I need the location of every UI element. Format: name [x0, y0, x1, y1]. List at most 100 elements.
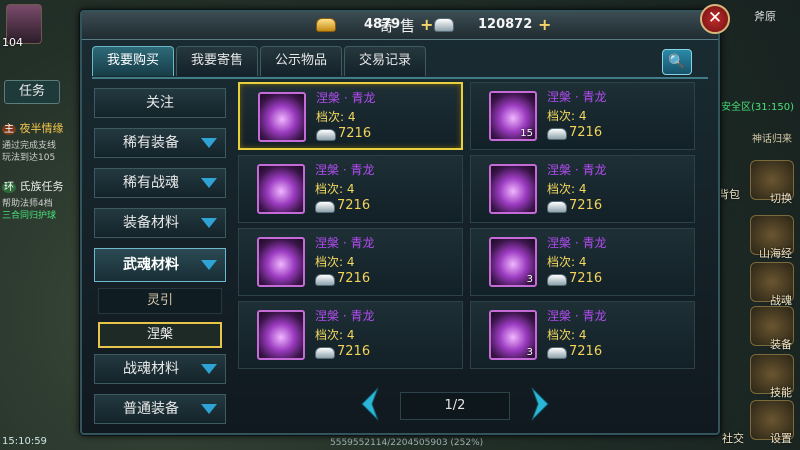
item-price: 7216	[569, 198, 603, 213]
item-grade: 档次: 4	[547, 182, 587, 196]
equipment-label: 装备	[770, 338, 792, 351]
add-gold-icon[interactable]: +	[420, 15, 433, 34]
niepan-orb-icon	[489, 164, 537, 214]
map-name: 斧原	[754, 10, 776, 23]
niepan-orb-icon: 3	[489, 310, 537, 360]
gold-amount: 4879	[364, 17, 401, 32]
category-follow-label: 关注	[146, 95, 174, 111]
item-card[interactable]: 3 涅槃 · 青龙 档次: 4 7216	[470, 228, 695, 296]
arrow-left-icon	[361, 387, 379, 421]
chevron-down-icon	[201, 364, 217, 374]
silver-ingot-icon	[547, 274, 567, 286]
tab-bar: 我要购买 我要寄售 公示物品 交易记录	[92, 46, 427, 78]
item-card[interactable]: 涅槃 · 青龙 档次: 4 7216	[238, 228, 463, 296]
item-name: 涅槃 · 青龙	[315, 163, 375, 177]
silver-ingot-icon	[315, 274, 335, 286]
panel-title-bar: 寄售 4879 + 120872 +	[82, 12, 718, 40]
tab-trade-log[interactable]: 交易记录	[344, 46, 427, 76]
next-page-button[interactable]	[528, 386, 552, 422]
item-price: 7216	[569, 125, 603, 140]
prev-page-button[interactable]	[358, 386, 382, 422]
consignment-panel: 寄售 4879 + 120872 + ✕ 我要购买 我要寄售 公示物品 交易记录…	[80, 4, 730, 435]
item-grade: 档次: 4	[547, 109, 587, 123]
item-grid: 涅槃 · 青龙 档次: 4 7216 15 涅槃 · 青龙 档次: 4 7216…	[238, 82, 698, 369]
arrow-right-icon	[531, 387, 549, 421]
player-level: 104	[2, 36, 23, 49]
exp-readout: 5559552114/2204505903 (252%)	[330, 438, 484, 448]
category-common-equip[interactable]: 普通装备	[94, 394, 226, 424]
item-card[interactable]: 涅槃 · 青龙 档次: 4 7216	[238, 301, 463, 369]
side-note: 神话归来	[752, 134, 792, 145]
add-silver-icon[interactable]: +	[538, 15, 551, 34]
subcategory-niepan[interactable]: 涅槃	[98, 322, 222, 348]
chevron-down-icon	[201, 218, 217, 228]
niepan-orb-icon	[258, 92, 306, 142]
clock: 15:10:59	[2, 436, 47, 447]
silver-ingot-icon	[547, 201, 567, 213]
item-name: 涅槃 · 青龙	[315, 236, 375, 250]
item-name: 涅槃 · 青龙	[547, 90, 607, 104]
tab-sell[interactable]: 我要寄售	[176, 46, 259, 76]
shanhaijing-label: 山海经	[759, 247, 792, 260]
item-price: 7216	[337, 271, 371, 286]
item-grade: 档次: 4	[316, 110, 356, 124]
item-count: 15	[520, 128, 533, 139]
item-grade: 档次: 4	[315, 255, 355, 269]
category-common-equip-label: 普通装备	[123, 401, 179, 417]
quest-1-name: 夜半情缘	[19, 122, 64, 135]
item-card[interactable]: 涅槃 · 青龙 档次: 4 7216	[238, 155, 463, 223]
silver-ingot-icon	[547, 128, 567, 140]
silver-ingot-icon	[434, 18, 454, 32]
silver-ingot-icon	[315, 201, 335, 213]
niepan-orb-icon	[257, 164, 305, 214]
quest-2-name: 氏族任务	[19, 180, 64, 193]
silver-ingot-icon	[547, 347, 567, 359]
category-soul-material-label: 武魂材料	[123, 257, 179, 273]
category-rare-soul-label: 稀有战魂	[123, 175, 179, 191]
category-soul-material[interactable]: 武魂材料	[94, 248, 226, 282]
chevron-down-icon	[201, 404, 217, 414]
chevron-down-icon	[201, 178, 217, 188]
item-price: 7216	[569, 344, 603, 359]
item-card[interactable]: 3 涅槃 · 青龙 档次: 4 7216	[470, 301, 695, 369]
silver-ingot-icon	[316, 129, 336, 141]
item-card[interactable]: 涅槃 · 青龙 档次: 4 7216	[470, 155, 695, 223]
social-label[interactable]: 社交	[722, 430, 744, 446]
item-price: 7216	[338, 126, 372, 141]
category-rare-soul[interactable]: 稀有战魂	[94, 168, 226, 198]
category-equip-material[interactable]: 装备材料	[94, 208, 226, 238]
item-name: 涅槃 · 青龙	[547, 236, 607, 250]
category-rare-equip[interactable]: 稀有装备	[94, 128, 226, 158]
close-button[interactable]: ✕	[700, 4, 730, 34]
item-price: 7216	[569, 271, 603, 286]
quest-1-tag: 主	[2, 124, 16, 135]
item-grade: 档次: 4	[315, 182, 355, 196]
quest-1-desc-2: 玩法到达105	[2, 153, 56, 163]
category-battle-soul-material[interactable]: 战魂材料	[94, 354, 226, 384]
switch-label: 切换	[770, 192, 792, 205]
niepan-orb-icon: 15	[489, 91, 537, 141]
item-card[interactable]: 15 涅槃 · 青龙 档次: 4 7216	[470, 82, 695, 150]
settings-label: 设置	[770, 432, 792, 445]
right-hud: 斧原 安全区(31:150) 神话归来 切换 背包 山海经 战魂 装备 技能 设…	[718, 0, 800, 450]
niepan-orb-icon	[257, 310, 305, 360]
tab-buy[interactable]: 我要购买	[92, 46, 175, 76]
item-card[interactable]: 涅槃 · 青龙 档次: 4 7216	[238, 82, 463, 150]
search-button[interactable]: 🔍	[662, 49, 692, 75]
item-price: 7216	[337, 198, 371, 213]
category-battle-soul-material-label: 战魂材料	[123, 361, 179, 377]
tab-underline	[92, 77, 708, 79]
task-tab[interactable]: 任务	[4, 80, 60, 104]
category-rare-equip-label: 稀有装备	[123, 135, 179, 151]
quest-1-title[interactable]: 主 夜半情缘	[2, 120, 64, 136]
quest-2-desc-2: 三合同归护球	[2, 211, 57, 221]
page-indicator: 1/2	[400, 392, 510, 420]
bag-label[interactable]: 背包	[718, 186, 740, 202]
gold-ingot-icon	[316, 18, 336, 32]
quest-2-title[interactable]: 环 氏族任务	[2, 178, 64, 194]
search-icon: 🔍	[668, 54, 686, 70]
item-grade: 档次: 4	[547, 255, 587, 269]
subcategory-lingyin[interactable]: 灵引	[98, 288, 222, 314]
tab-public-items[interactable]: 公示物品	[260, 46, 343, 76]
category-follow[interactable]: 关注	[94, 88, 226, 118]
